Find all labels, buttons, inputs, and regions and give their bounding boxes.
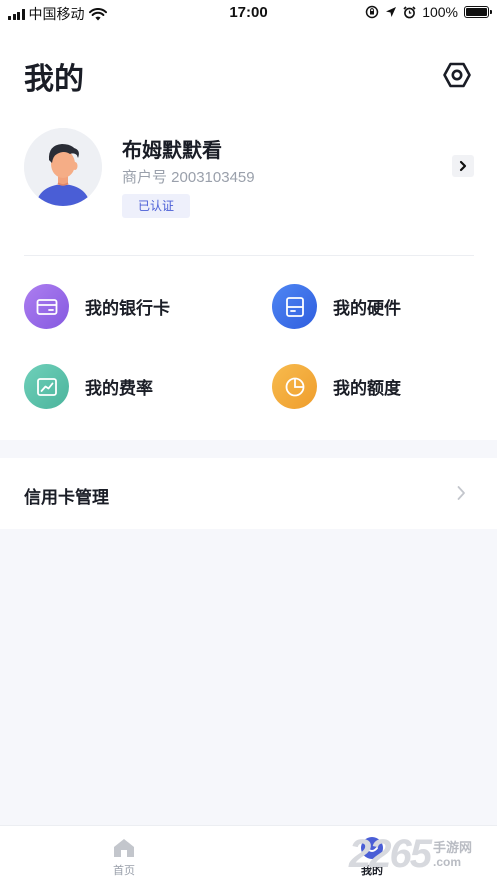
avatar-image bbox=[24, 128, 102, 206]
menu-bank-card[interactable]: 我的银行卡 bbox=[24, 284, 170, 329]
tab-home-label: 首页 bbox=[113, 865, 135, 877]
battery-percent: 100% bbox=[422, 4, 458, 20]
tab-home[interactable]: 首页 bbox=[94, 826, 154, 883]
watermark: 2265 手游网 .com bbox=[349, 832, 472, 876]
profile-section: 我的 布姆默默看 商户号 2003103459 已认证 我的银行卡 我的硬件 我… bbox=[0, 26, 497, 440]
status-right: 100% bbox=[365, 4, 492, 20]
verified-badge: 已认证 bbox=[122, 194, 191, 218]
battery-icon bbox=[464, 6, 492, 18]
avatar[interactable] bbox=[24, 128, 102, 206]
page-title: 我的 bbox=[24, 63, 84, 96]
watermark-number: 2265 bbox=[349, 832, 432, 876]
merchant-number: 商户号 2003103459 bbox=[122, 169, 255, 186]
chevron-right-icon bbox=[457, 486, 465, 500]
credit-card-management-row[interactable]: 信用卡管理 bbox=[0, 458, 497, 529]
user-name: 布姆默默看 bbox=[122, 140, 222, 162]
menu-quota[interactable]: 我的额度 bbox=[272, 364, 401, 409]
menu-bank-card-label: 我的银行卡 bbox=[85, 299, 170, 318]
menu-hardware[interactable]: 我的硬件 bbox=[272, 284, 401, 329]
rotation-lock-icon bbox=[365, 5, 379, 19]
watermark-text: 手游网 bbox=[432, 839, 472, 855]
quota-pie-icon bbox=[272, 364, 317, 409]
menu-rate[interactable]: 我的费率 bbox=[24, 364, 153, 409]
location-icon bbox=[386, 7, 397, 17]
chevron-right-icon bbox=[459, 160, 467, 172]
alarm-icon bbox=[403, 5, 416, 18]
settings-button[interactable] bbox=[440, 58, 474, 92]
watermark-side: 手游网 .com bbox=[433, 840, 472, 869]
menu-hardware-label: 我的硬件 bbox=[333, 299, 401, 318]
bank-card-icon bbox=[24, 284, 69, 329]
watermark-domain: .com bbox=[432, 854, 461, 869]
credit-card-management-label: 信用卡管理 bbox=[24, 488, 109, 507]
divider bbox=[24, 255, 474, 256]
status-bar: 中国移动 17:00 100% bbox=[0, 0, 497, 26]
hardware-icon bbox=[272, 284, 317, 329]
profile-card[interactable]: 布姆默默看 商户号 2003103459 已认证 bbox=[24, 128, 474, 228]
rate-chart-icon bbox=[24, 364, 69, 409]
menu-quota-label: 我的额度 bbox=[333, 379, 401, 398]
home-icon bbox=[111, 836, 137, 860]
menu-rate-label: 我的费率 bbox=[85, 379, 153, 398]
settings-icon bbox=[443, 62, 471, 88]
profile-arrow-button[interactable] bbox=[452, 155, 474, 177]
